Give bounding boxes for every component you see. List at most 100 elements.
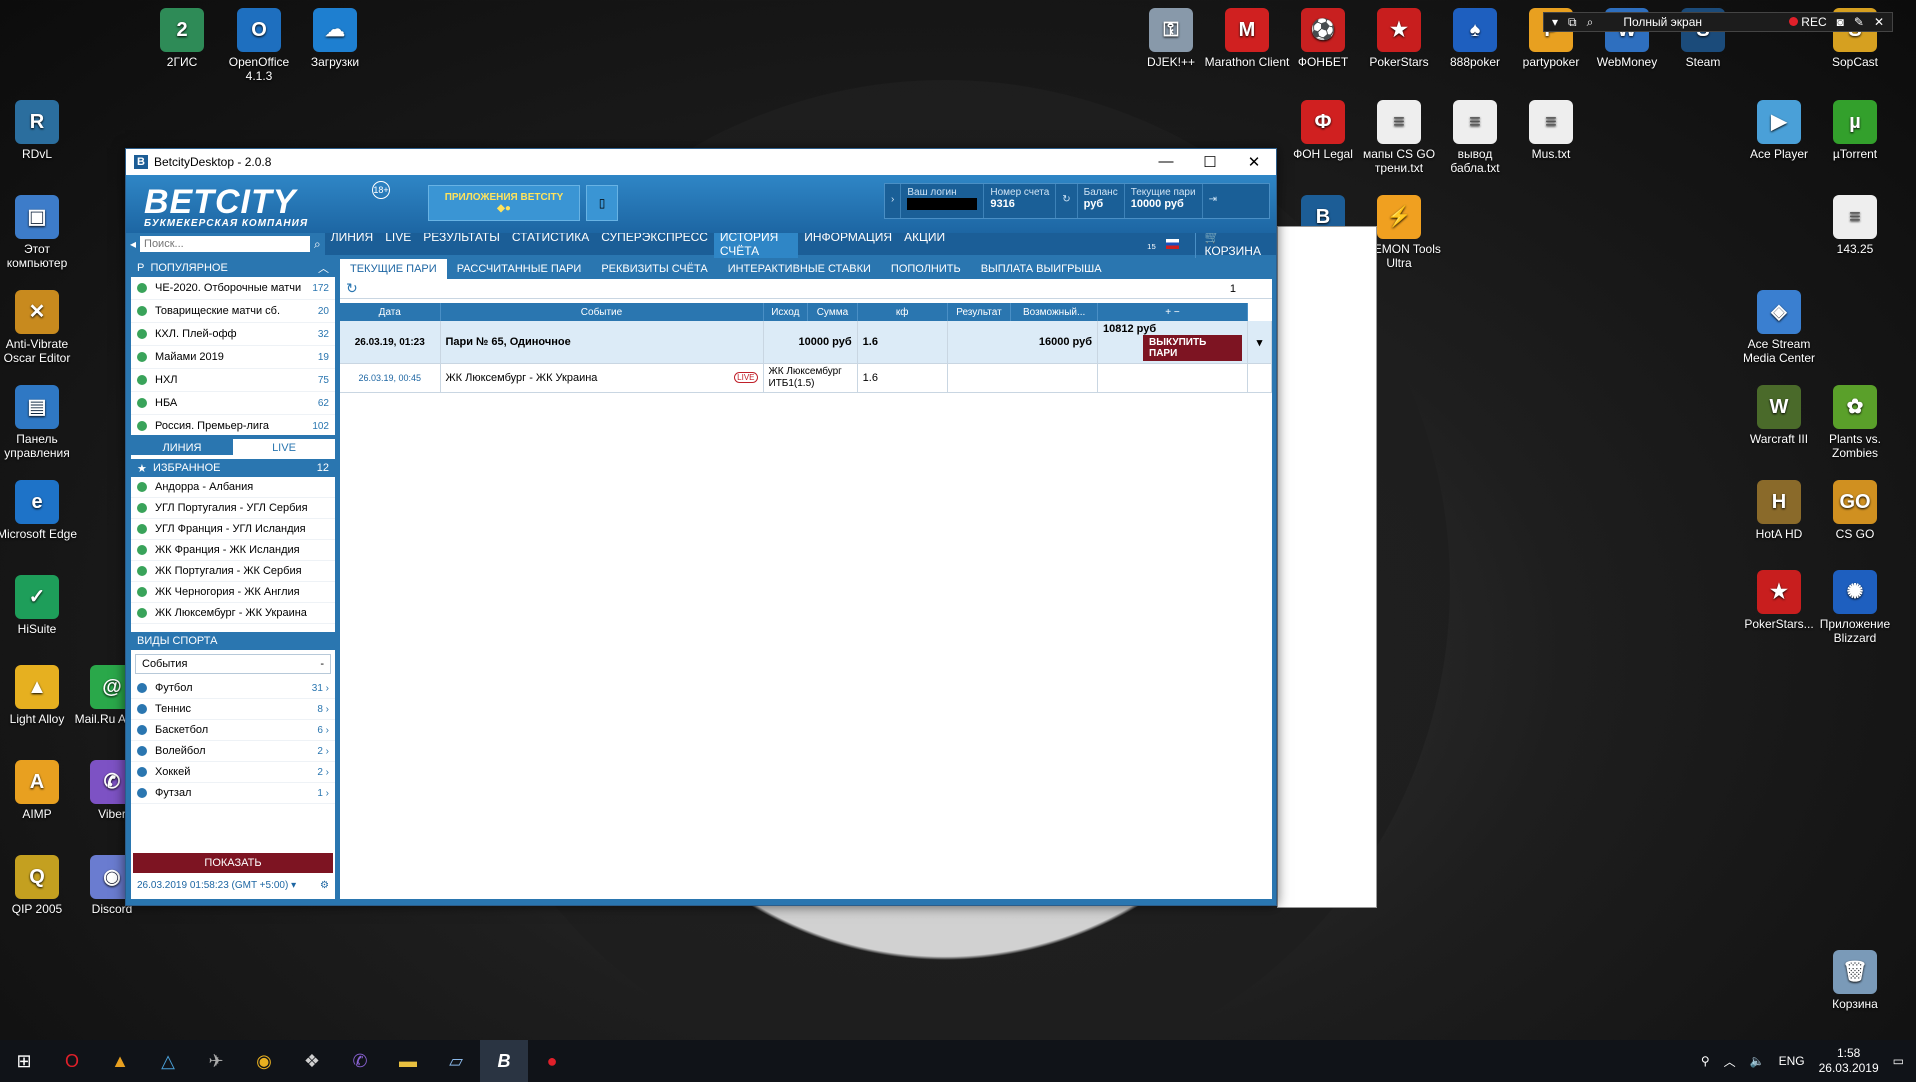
volume-icon[interactable]: 🔈 xyxy=(1750,1054,1765,1068)
desktop-icon[interactable]: Q QIP 2005 xyxy=(0,855,80,916)
sports-select[interactable]: События - xyxy=(135,654,331,674)
desktop-icon[interactable]: µ µTorrent xyxy=(1812,100,1898,161)
windows-start-icon[interactable]: ⊞ xyxy=(0,1040,48,1082)
betcity-taskbar-icon[interactable]: B xyxy=(480,1040,528,1082)
recorder-bar[interactable]: ▾ ⧉ ⌕ Полный экран REC ◙ ✎ ✕ xyxy=(1543,12,1893,32)
desktop-icon[interactable]: ★ PokerStars... xyxy=(1736,570,1822,631)
list-item[interactable]: Товарищеские матчи сб. 20 xyxy=(131,300,335,323)
desktop-icon[interactable]: 2 2ГИС xyxy=(139,8,225,69)
search-input[interactable] xyxy=(140,236,311,252)
desktop-icon[interactable]: ☁ Загрузки xyxy=(292,8,378,69)
list-item[interactable]: ЖК Черногория - ЖК Англия xyxy=(131,582,335,603)
desktop-icon[interactable]: ▶ Ace Player xyxy=(1736,100,1822,161)
desktop-icon[interactable]: ≡ вывод бабла.txt xyxy=(1432,100,1518,175)
rec-indicator[interactable]: REC xyxy=(1789,15,1827,29)
chevron-right-icon[interactable]: › xyxy=(885,184,902,218)
fullscreen-label[interactable]: Полный экран xyxy=(1623,15,1702,29)
column-header[interactable]: Исход xyxy=(763,303,809,321)
close-icon[interactable]: ✕ xyxy=(1874,15,1884,29)
list-item[interactable]: Футбол 31 › xyxy=(131,678,335,699)
menu-item[interactable]: РЕЗУЛЬТАТЫ xyxy=(417,230,506,258)
background-window[interactable] xyxy=(1277,226,1377,908)
menu-item[interactable]: LIVE xyxy=(379,230,417,258)
cart-button[interactable]: 🛒 КОРЗИНА xyxy=(1195,230,1276,258)
desktop-icon[interactable]: ✓ HiSuite xyxy=(0,575,80,636)
minimize-icon[interactable]: — xyxy=(1144,153,1188,171)
russian-flag-icon[interactable] xyxy=(1166,239,1180,249)
list-item[interactable]: НБА 62 xyxy=(131,392,335,415)
pen-icon[interactable]: ✎ xyxy=(1854,15,1864,29)
column-header[interactable]: Сумма xyxy=(807,303,858,321)
maximize-icon[interactable]: ☐ xyxy=(1188,153,1232,171)
parrot-icon[interactable]: ❖ xyxy=(288,1040,336,1082)
list-item[interactable]: УГЛ Португалия - УГЛ Сербия xyxy=(131,498,335,519)
subtab[interactable]: ИНТЕРАКТИВНЫЕ СТАВКИ xyxy=(718,259,881,279)
desktop-icon[interactable]: ◈ Ace Stream Media Center xyxy=(1736,290,1822,365)
subtab[interactable]: РАССЧИТАННЫЕ ПАРИ xyxy=(447,259,592,279)
list-item[interactable]: Россия. Премьер-лига 102 xyxy=(131,415,335,435)
light-alloy-icon[interactable]: △ xyxy=(144,1040,192,1082)
column-header[interactable]: кф xyxy=(857,303,948,321)
desktop-icon[interactable]: 🗑 Корзина xyxy=(1812,950,1898,1011)
list-item[interactable]: Хоккей 2 › xyxy=(131,762,335,783)
desktop-icon[interactable]: ✕ Anti-Vibrate Oscar Editor xyxy=(0,290,80,365)
menu-item[interactable]: АКЦИИ xyxy=(898,230,951,258)
desktop-icon[interactable]: ⚽ ФОНБЕТ xyxy=(1280,8,1366,69)
notification-icon[interactable]: ▭ xyxy=(1893,1054,1904,1068)
desktop-icon[interactable]: A AIMP xyxy=(0,760,80,821)
desktop-icon[interactable]: ≡ Mus.txt xyxy=(1508,100,1594,161)
desktop-icon[interactable]: GO CS GO xyxy=(1812,480,1898,541)
column-header[interactable]: Возможный... xyxy=(1010,303,1098,321)
column-header[interactable]: Результат xyxy=(947,303,1012,321)
list-item[interactable]: НХЛ 75 xyxy=(131,369,335,392)
desktop-icon[interactable]: H HotA HD xyxy=(1736,480,1822,541)
expand-icon[interactable]: ▾ xyxy=(1247,321,1272,364)
window-icon[interactable]: ⧉ xyxy=(1568,15,1577,30)
language-indicator[interactable]: ENG xyxy=(1779,1054,1805,1068)
refresh-icon[interactable]: ↻ xyxy=(346,280,358,297)
list-item[interactable]: Теннис 8 › xyxy=(131,699,335,720)
popular-header[interactable]: P ПОПУЛЯРНОЕ ︿ xyxy=(131,259,335,277)
sports-header[interactable]: ВИДЫ СПОРТА xyxy=(131,632,335,650)
page-number[interactable]: 1 xyxy=(1230,283,1236,295)
expand-collapse-icon[interactable]: + − xyxy=(1097,303,1248,321)
chevron-up-icon[interactable]: ︿ xyxy=(1724,1053,1736,1070)
list-item[interactable]: ЖК Португалия - ЖК Сербия xyxy=(131,561,335,582)
subtab[interactable]: ПОПОЛНИТЬ xyxy=(881,259,971,279)
recorder-icon[interactable]: ● xyxy=(528,1040,576,1082)
clock-tray[interactable]: 1:58 26.03.2019 xyxy=(1819,1046,1879,1076)
buyout-button[interactable]: ВЫКУПИТЬ ПАРИ xyxy=(1143,335,1242,361)
desktop-icon[interactable]: ✺ Приложение Blizzard xyxy=(1812,570,1898,645)
menu-item[interactable]: ИНФОРМАЦИЯ xyxy=(798,230,898,258)
back-icon[interactable]: ◂ xyxy=(130,237,136,251)
chrome-icon[interactable]: ◉ xyxy=(240,1040,288,1082)
explorer-icon[interactable]: ▬ xyxy=(384,1040,432,1082)
desktop-icon[interactable]: M Marathon Client xyxy=(1204,8,1290,69)
desktop-icon[interactable]: ≡ мапы CS GO трени.txt xyxy=(1356,100,1442,175)
search-icon[interactable]: ⌕ xyxy=(314,237,321,252)
phone-icon[interactable]: ▯ xyxy=(586,185,618,221)
gear-icon[interactable]: ⚙ xyxy=(320,880,329,891)
desktop-icon[interactable]: ▣ Этот компьютер xyxy=(0,195,80,270)
desktop-icon[interactable]: O OpenOffice 4.1.3 xyxy=(216,8,302,83)
dropdown-icon[interactable]: ▾ xyxy=(291,880,296,891)
person-icon[interactable]: ⚲ xyxy=(1701,1054,1710,1068)
list-item[interactable]: ЖК Франция - ЖК Исландия xyxy=(131,540,335,561)
desktop-icon[interactable]: ⚿ DJEK!++ xyxy=(1128,8,1214,69)
desktop-icon[interactable]: e Microsoft Edge xyxy=(0,480,80,541)
opera-icon[interactable]: O xyxy=(48,1040,96,1082)
zoom-icon[interactable]: ⌕ xyxy=(1587,15,1594,30)
window-titlebar[interactable]: B BetcityDesktop - 2.0.8 — ☐ ✕ xyxy=(126,149,1276,175)
close-window-icon[interactable]: ✕ xyxy=(1232,153,1276,171)
list-item[interactable]: Баскетбол 6 › xyxy=(131,720,335,741)
column-header[interactable]: Событие xyxy=(440,303,764,321)
list-item[interactable]: КХЛ. Плей-офф 32 xyxy=(131,323,335,346)
list-item[interactable]: ЖК Люксембург - ЖК Украина xyxy=(131,603,335,624)
chevron-up-icon[interactable]: ︿ xyxy=(318,260,329,276)
list-item[interactable]: Волейбол 2 › xyxy=(131,741,335,762)
menu-item[interactable]: СУПЕРЭКСПРЕСС xyxy=(595,230,714,258)
subtab[interactable]: ТЕКУЩИЕ ПАРИ xyxy=(340,259,447,279)
menu-item[interactable]: СТАТИСТИКА xyxy=(506,230,595,258)
camera-icon[interactable]: ◙ xyxy=(1837,15,1844,29)
column-header[interactable]: Дата xyxy=(340,303,441,321)
